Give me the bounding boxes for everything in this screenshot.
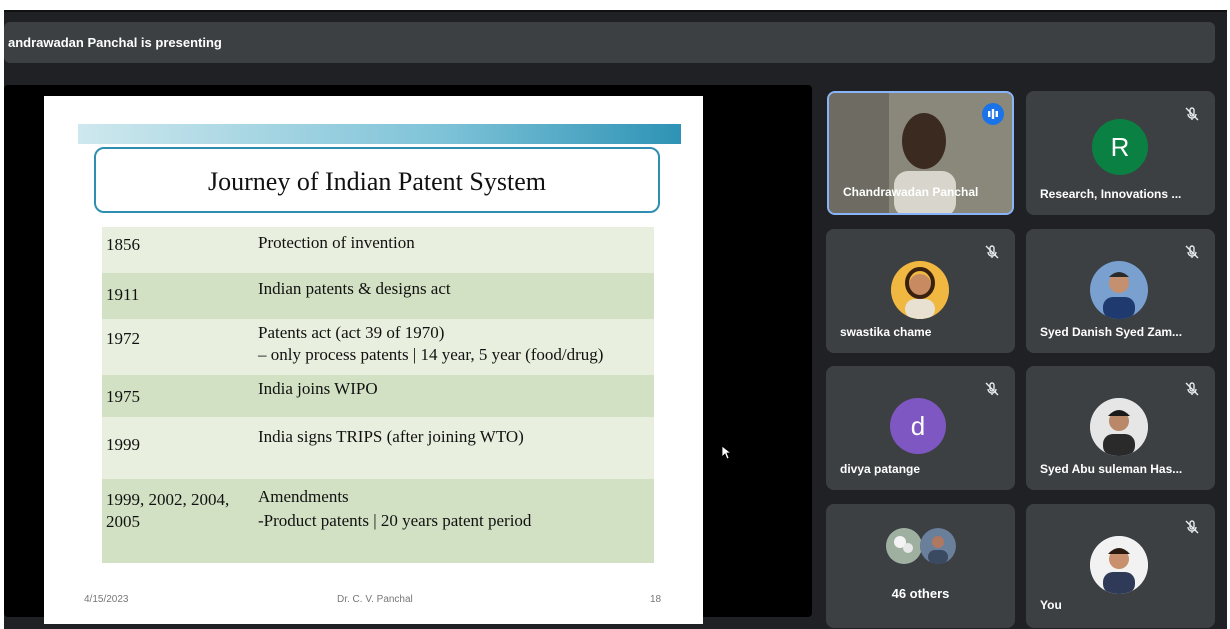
- event-cell: India joins WIPO: [258, 379, 378, 398]
- slide-footer-date: 4/15/2023: [84, 594, 129, 605]
- avatar: [920, 528, 956, 564]
- event-line: Amendments: [258, 487, 349, 506]
- year-cell: 1999, 2002, 2004, 2005: [106, 490, 230, 531]
- table-row: 1911 Indian patents & designs act: [102, 273, 654, 319]
- event-cell: Indian patents & designs act: [258, 279, 451, 298]
- year-cell: 1975: [106, 387, 140, 406]
- table-row: 1999 India signs TRIPS (after joining WT…: [102, 417, 654, 479]
- participant-name: Chandrawadan Panchal: [843, 185, 979, 199]
- participant-tile-presenter[interactable]: Chandrawadan Panchal: [827, 91, 1014, 215]
- others-count: 46 others: [891, 586, 950, 601]
- event-cell: India signs TRIPS (after joining WTO): [258, 427, 524, 446]
- avatar: [886, 528, 922, 564]
- participant-tile-others[interactable]: 46 others: [826, 504, 1015, 628]
- mic-off-icon: [985, 245, 999, 259]
- avatar: [1090, 398, 1148, 456]
- event-cell: Amendments -Product patents | 20 years p…: [258, 485, 658, 533]
- avatar: R: [1092, 119, 1148, 175]
- participant-tile-you[interactable]: You: [1026, 504, 1215, 628]
- mic-off-icon: [1185, 245, 1199, 259]
- year-cell: 1856: [106, 235, 140, 254]
- slide-footer-page: 18: [650, 594, 662, 605]
- speaking-indicator-icon: [982, 103, 1004, 125]
- event-line-2: -Product patents | 20 years patent perio…: [258, 511, 532, 530]
- presenting-text: andrawadan Panchal is presenting: [8, 35, 222, 50]
- mic-off-icon: [1185, 382, 1199, 396]
- year-cell: 1972: [106, 329, 140, 348]
- mic-off-icon: [985, 382, 999, 396]
- event-line: Patents act (act 39 of 1970): [258, 323, 445, 342]
- avatar: [891, 261, 949, 319]
- participant-name: Research, Innovations ...: [1040, 187, 1182, 201]
- participant-tile-research[interactable]: R Research, Innovations ...: [1026, 91, 1215, 215]
- slide-footer-author: Dr. C. V. Panchal: [337, 594, 413, 605]
- participant-tile-syed-abu[interactable]: Syed Abu suleman Has...: [1026, 366, 1215, 490]
- avatar: [1090, 261, 1148, 319]
- participant-name: Syed Abu suleman Has...: [1040, 462, 1183, 476]
- mic-off-icon: [1185, 520, 1199, 534]
- participant-name: swastika chame: [840, 325, 932, 339]
- slide-title: Journey of Indian Patent System: [94, 147, 660, 213]
- table-row: 1999, 2002, 2004, 2005 Amendments -Produ…: [102, 479, 654, 563]
- participant-tile-swastika[interactable]: swastika chame: [826, 229, 1015, 353]
- event-line-2: – only process patents | 14 year, 5 year…: [258, 345, 604, 364]
- participant-name: You: [1040, 598, 1062, 612]
- slide-table: 1856 Protection of invention 1911 Indian…: [102, 227, 654, 563]
- table-row: 1975 India joins WIPO: [102, 375, 654, 417]
- avatar: d: [890, 398, 946, 454]
- year-cell: 1911: [106, 285, 140, 304]
- slide-header-decoration: [78, 124, 681, 144]
- table-row: 1856 Protection of invention: [102, 227, 654, 273]
- year-cell: 1999: [106, 435, 140, 454]
- participant-tile-syed-danish[interactable]: Syed Danish Syed Zam...: [1026, 229, 1215, 353]
- participant-name: divya patange: [840, 462, 921, 476]
- event-cell: Protection of invention: [258, 233, 415, 252]
- table-row: 1972 Patents act (act 39 of 1970) – only…: [102, 319, 654, 375]
- avatar: [1090, 536, 1148, 594]
- presenting-banner: andrawadan Panchal is presenting: [4, 22, 1215, 63]
- participant-tile-divya[interactable]: d divya patange: [826, 366, 1015, 490]
- event-cell: Patents act (act 39 of 1970) – only proc…: [258, 323, 658, 365]
- mic-off-icon: [1185, 107, 1199, 121]
- participant-name: Syed Danish Syed Zam...: [1040, 325, 1183, 339]
